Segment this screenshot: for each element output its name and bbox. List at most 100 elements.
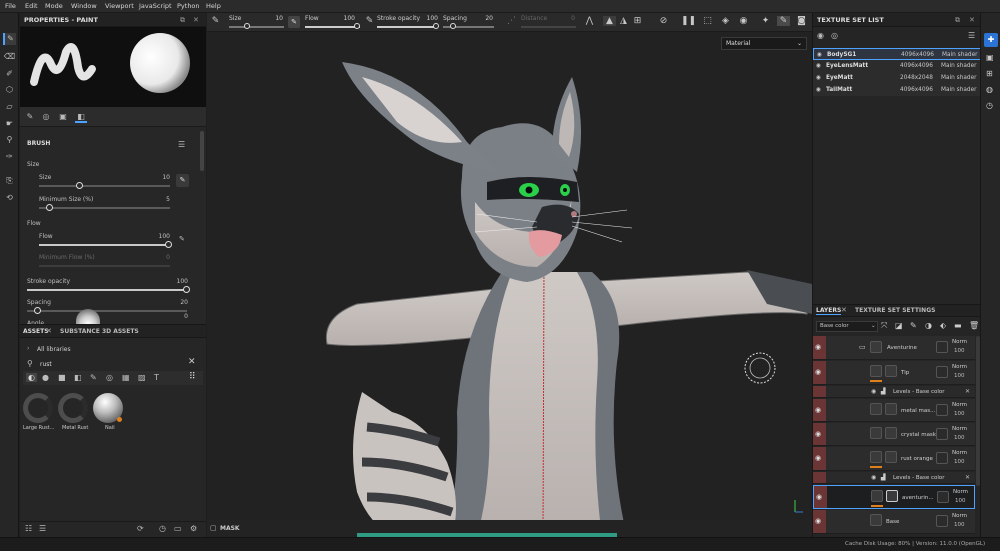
eye-icon[interactable]: ◉ bbox=[816, 84, 821, 96]
channel-select[interactable]: Base color ⌄ bbox=[816, 321, 878, 332]
blend-mode[interactable]: Norm bbox=[952, 426, 967, 432]
spacing-value[interactable]: 20 bbox=[477, 15, 493, 22]
min-size-slider-track[interactable] bbox=[39, 207, 170, 209]
effect-row[interactable]: ◉ ▟ Levels - Base color ✕ bbox=[813, 472, 975, 484]
color-picker-icon[interactable]: ✑ bbox=[3, 151, 16, 163]
menu-edit[interactable]: Edit bbox=[25, 2, 38, 10]
size-slider-track[interactable] bbox=[229, 26, 284, 28]
layer-row[interactable]: ◉ rust orange Norm 100 bbox=[813, 447, 975, 471]
blend-mode[interactable]: Norm bbox=[952, 364, 967, 370]
eye-icon[interactable]: ◉ bbox=[816, 60, 821, 72]
display-mode-select[interactable]: Material ⌄ bbox=[721, 37, 807, 50]
flow-slider-track[interactable] bbox=[39, 244, 168, 246]
chevron-right-icon[interactable]: › bbox=[27, 345, 29, 352]
bake-icon[interactable]: ⎘ bbox=[3, 175, 16, 187]
flow-slider-handle[interactable] bbox=[354, 23, 360, 29]
layer-row[interactable]: ◉ ▭ Aventurine Norm 100 bbox=[813, 336, 975, 360]
masks-filter-icon[interactable]: ◧ bbox=[74, 373, 82, 382]
camera-view-icon[interactable]: ⬚ bbox=[701, 16, 714, 26]
eye-icon[interactable]: ◉ bbox=[871, 474, 876, 481]
size-value[interactable]: 10 bbox=[267, 15, 283, 22]
text-filter-icon[interactable]: T bbox=[154, 373, 159, 382]
spacing-slider-handle[interactable] bbox=[450, 23, 456, 29]
texture-set-row[interactable]: ◉ EyeMatt 2048x2048 Main shader bbox=[813, 72, 981, 84]
search-input[interactable]: rust bbox=[40, 361, 52, 368]
large-rust-thumbnail[interactable] bbox=[23, 393, 53, 423]
texture-set-settings-tab[interactable]: TEXTURE SET SETTINGS bbox=[855, 307, 935, 314]
stencil-tab-icon[interactable]: ▣ bbox=[57, 111, 69, 123]
size-slider-handle[interactable] bbox=[244, 23, 250, 29]
metal-rust-thumbnail[interactable] bbox=[58, 393, 88, 423]
stroke-opacity-value[interactable]: 100 bbox=[422, 15, 438, 22]
render-icon[interactable]: ◉ bbox=[737, 16, 750, 26]
eye-icon[interactable]: ◉ bbox=[815, 430, 821, 438]
close-icon[interactable]: ✕ bbox=[969, 13, 975, 27]
stroke-opacity-slider-track[interactable] bbox=[377, 26, 438, 28]
layer-row[interactable]: ◉ Tip Norm 100 bbox=[813, 361, 975, 385]
blend-mode[interactable]: Norm bbox=[952, 402, 967, 408]
refresh-icon[interactable]: ⟳ bbox=[137, 524, 144, 533]
close-icon[interactable]: ✕ bbox=[841, 306, 847, 314]
flow-pressure-icon[interactable]: ✎ bbox=[179, 235, 185, 243]
iray-icon[interactable]: ✦ bbox=[759, 16, 772, 26]
shader-settings-icon[interactable]: ⊞ bbox=[986, 69, 993, 78]
menu-javascript[interactable]: JavaScript bbox=[139, 2, 172, 10]
eye-icon[interactable]: ◉ bbox=[815, 517, 821, 525]
spacing-slider-track[interactable] bbox=[27, 310, 187, 312]
mirror-icon[interactable]: ◮ bbox=[617, 16, 630, 26]
size-pressure-icon[interactable]: ✎ bbox=[288, 16, 300, 28]
layer-opacity[interactable]: 100 bbox=[954, 459, 965, 465]
flow-slider-handle[interactable] bbox=[165, 241, 172, 248]
screenshot-icon[interactable]: ◙ bbox=[795, 16, 808, 26]
add-paint-layer-icon[interactable]: ✎ bbox=[910, 321, 917, 330]
eye-icon[interactable]: ◉ bbox=[816, 72, 821, 84]
add-fill-icon[interactable]: ⬖ bbox=[940, 321, 946, 330]
eye-icon[interactable]: ◉ bbox=[815, 454, 821, 462]
texture-set-row[interactable]: ◉ TailMatt 4096x4096 Main shader bbox=[813, 84, 981, 96]
history-icon[interactable]: ◷ bbox=[159, 524, 166, 533]
material-tab-icon[interactable]: ◧ bbox=[75, 111, 87, 123]
alphas-filter-icon[interactable]: ◎ bbox=[106, 373, 113, 382]
eye-icon[interactable]: ◉ bbox=[816, 493, 822, 501]
view-grid-icon[interactable]: ⠿ bbox=[189, 372, 196, 382]
stroke-opacity-value[interactable]: 100 bbox=[168, 278, 188, 285]
smudge-icon[interactable]: ☛ bbox=[3, 118, 16, 130]
add-folder-icon[interactable]: ▬ bbox=[954, 321, 962, 330]
texture-set-row[interactable]: ◉ BodySG1 4096x4096 Main shader bbox=[813, 48, 981, 60]
blend-mode[interactable]: Norm bbox=[953, 489, 968, 495]
list-icon[interactable]: ☰ bbox=[39, 524, 46, 533]
add-effect-icon[interactable]: ⤧ bbox=[881, 321, 887, 331]
layers-tab[interactable]: LAYERS bbox=[816, 307, 842, 315]
textures-filter-icon[interactable]: ■ bbox=[58, 373, 66, 382]
menu-python[interactable]: Python bbox=[177, 2, 200, 10]
float-icon[interactable]: ⧉ bbox=[180, 13, 185, 27]
measure-icon[interactable]: ⟲ bbox=[3, 192, 16, 204]
eye-icon[interactable]: ◉ bbox=[815, 368, 821, 376]
blend-mode[interactable]: Norm bbox=[952, 513, 967, 519]
add-fill-layer-icon[interactable]: ◑ bbox=[925, 321, 932, 330]
settings-icon[interactable]: ⚙ bbox=[190, 524, 197, 533]
polygon-fill-icon[interactable]: ▱ bbox=[3, 101, 16, 113]
display-settings-icon[interactable]: ▣ bbox=[986, 53, 994, 62]
clear-search-icon[interactable]: ✕ bbox=[188, 357, 196, 367]
texture-set-shader[interactable]: Main shader bbox=[941, 60, 977, 72]
history-icon[interactable]: ◷ bbox=[986, 101, 993, 110]
materials-filter-icon[interactable]: ◐ bbox=[26, 373, 37, 382]
layer-row[interactable]: ◉ Base Norm 100 bbox=[813, 510, 975, 534]
snap-icon[interactable]: ⊞ bbox=[631, 16, 644, 26]
flow-value[interactable]: 100 bbox=[339, 15, 355, 22]
min-size-value[interactable]: 5 bbox=[150, 196, 170, 203]
add-mask-icon[interactable]: ◪ bbox=[895, 321, 903, 330]
spacing-value[interactable]: 20 bbox=[168, 299, 188, 306]
size-value[interactable]: 10 bbox=[150, 174, 170, 181]
layer-opacity[interactable]: 100 bbox=[954, 373, 965, 379]
close-icon[interactable]: ✕ bbox=[193, 13, 199, 27]
flow-slider-track[interactable] bbox=[305, 26, 360, 28]
alpha-tab-icon[interactable]: ◎ bbox=[40, 111, 52, 123]
symmetry-icon[interactable]: ⋀ bbox=[583, 16, 596, 26]
projection-icon[interactable]: ✐ bbox=[3, 68, 16, 80]
brushes-filter-icon[interactable]: ✎ bbox=[90, 373, 97, 382]
assets-tab[interactable]: ASSETS bbox=[23, 328, 49, 335]
environment-filter-icon[interactable]: ▨ bbox=[138, 373, 146, 382]
flow-value[interactable]: 100 bbox=[150, 233, 170, 240]
